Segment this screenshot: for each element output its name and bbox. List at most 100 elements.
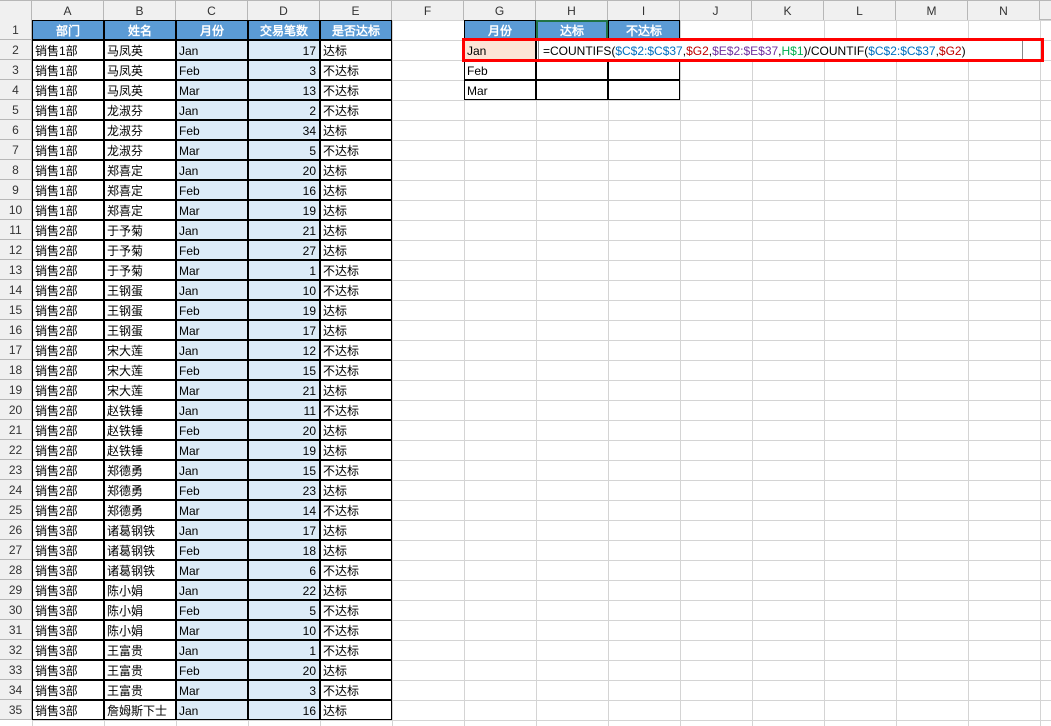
- cell-C11[interactable]: Jan: [176, 220, 248, 240]
- col-header-M[interactable]: M: [896, 1, 968, 21]
- cell-A23[interactable]: 销售2部: [32, 460, 104, 480]
- cell-D25[interactable]: 14: [248, 500, 320, 520]
- row-header-28[interactable]: 28: [0, 560, 32, 580]
- cell-D19[interactable]: 21: [248, 380, 320, 400]
- cell-B9[interactable]: 郑喜定: [104, 180, 176, 200]
- cell-C20[interactable]: Jan: [176, 400, 248, 420]
- cell-D13[interactable]: 1: [248, 260, 320, 280]
- cell-C29[interactable]: Jan: [176, 580, 248, 600]
- row-header-16[interactable]: 16: [0, 320, 32, 340]
- cell-C35[interactable]: Jan: [176, 700, 248, 720]
- cell-A32[interactable]: 销售3部: [32, 640, 104, 660]
- cell-C12[interactable]: Feb: [176, 240, 248, 260]
- cell-G4[interactable]: Mar: [464, 80, 536, 100]
- cell-D18[interactable]: 15: [248, 360, 320, 380]
- cell-B22[interactable]: 赵铁锤: [104, 440, 176, 460]
- cell-H3[interactable]: [536, 60, 608, 80]
- row-header-6[interactable]: 6: [0, 120, 32, 140]
- cell-A9[interactable]: 销售1部: [32, 180, 104, 200]
- cell-D11[interactable]: 21: [248, 220, 320, 240]
- row-header-3[interactable]: 3: [0, 60, 32, 80]
- cell-E21[interactable]: 达标: [320, 420, 392, 440]
- cell-B18[interactable]: 宋大莲: [104, 360, 176, 380]
- cell-C4[interactable]: Mar: [176, 80, 248, 100]
- cell-E26[interactable]: 达标: [320, 520, 392, 540]
- row-header-8[interactable]: 8: [0, 160, 32, 180]
- cell-E2[interactable]: 达标: [320, 40, 392, 60]
- cell-B17[interactable]: 宋大莲: [104, 340, 176, 360]
- col-header-A[interactable]: A: [32, 1, 104, 21]
- cell-C24[interactable]: Feb: [176, 480, 248, 500]
- cell-C1[interactable]: 月份: [176, 20, 248, 40]
- cell-D31[interactable]: 10: [248, 620, 320, 640]
- cell-editor-H2[interactable]: =COUNTIFS($C$2:$C$37,$G2,$E$2:$E$37,H$1)…: [538, 40, 1023, 60]
- cell-C26[interactable]: Jan: [176, 520, 248, 540]
- cell-A2[interactable]: 销售1部: [32, 40, 104, 60]
- cell-A15[interactable]: 销售2部: [32, 300, 104, 320]
- cell-C17[interactable]: Jan: [176, 340, 248, 360]
- cell-A18[interactable]: 销售2部: [32, 360, 104, 380]
- col-header-C[interactable]: C: [176, 1, 248, 21]
- cell-A25[interactable]: 销售2部: [32, 500, 104, 520]
- cell-A33[interactable]: 销售3部: [32, 660, 104, 680]
- cell-B11[interactable]: 于予菊: [104, 220, 176, 240]
- col-header-L[interactable]: L: [824, 1, 896, 21]
- cell-E8[interactable]: 达标: [320, 160, 392, 180]
- cell-E19[interactable]: 达标: [320, 380, 392, 400]
- cell-C13[interactable]: Mar: [176, 260, 248, 280]
- cell-C19[interactable]: Mar: [176, 380, 248, 400]
- cell-B6[interactable]: 龙淑芬: [104, 120, 176, 140]
- cell-B19[interactable]: 宋大莲: [104, 380, 176, 400]
- row-header-2[interactable]: 2: [0, 40, 32, 60]
- cell-C33[interactable]: Feb: [176, 660, 248, 680]
- cell-A31[interactable]: 销售3部: [32, 620, 104, 640]
- row-header-32[interactable]: 32: [0, 640, 32, 660]
- cell-C21[interactable]: Feb: [176, 420, 248, 440]
- cell-A34[interactable]: 销售3部: [32, 680, 104, 700]
- cell-D33[interactable]: 20: [248, 660, 320, 680]
- row-header-20[interactable]: 20: [0, 400, 32, 420]
- cell-E33[interactable]: 达标: [320, 660, 392, 680]
- cell-D7[interactable]: 5: [248, 140, 320, 160]
- row-header-19[interactable]: 19: [0, 380, 32, 400]
- cell-E23[interactable]: 不达标: [320, 460, 392, 480]
- cell-B15[interactable]: 王钢蛋: [104, 300, 176, 320]
- cell-D24[interactable]: 23: [248, 480, 320, 500]
- cell-C7[interactable]: Mar: [176, 140, 248, 160]
- cell-E34[interactable]: 不达标: [320, 680, 392, 700]
- cell-C2[interactable]: Jan: [176, 40, 248, 60]
- cell-A35[interactable]: 销售3部: [32, 700, 104, 720]
- cell-C27[interactable]: Feb: [176, 540, 248, 560]
- row-header-4[interactable]: 4: [0, 80, 32, 100]
- cell-E29[interactable]: 达标: [320, 580, 392, 600]
- cell-D34[interactable]: 3: [248, 680, 320, 700]
- row-header-26[interactable]: 26: [0, 520, 32, 540]
- cell-A7[interactable]: 销售1部: [32, 140, 104, 160]
- cell-C25[interactable]: Mar: [176, 500, 248, 520]
- cell-D1[interactable]: 交易笔数: [248, 20, 320, 40]
- cell-C23[interactable]: Jan: [176, 460, 248, 480]
- cell-I4[interactable]: [608, 80, 680, 100]
- cell-B2[interactable]: 马凤英: [104, 40, 176, 60]
- cell-C22[interactable]: Mar: [176, 440, 248, 460]
- row-header-23[interactable]: 23: [0, 460, 32, 480]
- cell-D3[interactable]: 3: [248, 60, 320, 80]
- col-header-I[interactable]: I: [608, 1, 680, 21]
- cell-E35[interactable]: 达标: [320, 700, 392, 720]
- col-header-F[interactable]: F: [392, 1, 464, 21]
- col-header-B[interactable]: B: [104, 1, 176, 21]
- cell-B4[interactable]: 马凤英: [104, 80, 176, 100]
- cell-C14[interactable]: Jan: [176, 280, 248, 300]
- cell-B13[interactable]: 于予菊: [104, 260, 176, 280]
- cell-A5[interactable]: 销售1部: [32, 100, 104, 120]
- cell-C8[interactable]: Jan: [176, 160, 248, 180]
- cell-B32[interactable]: 王富贵: [104, 640, 176, 660]
- row-header-12[interactable]: 12: [0, 240, 32, 260]
- cell-B35[interactable]: 詹姆斯下士: [104, 700, 176, 720]
- cell-D20[interactable]: 11: [248, 400, 320, 420]
- row-header-24[interactable]: 24: [0, 480, 32, 500]
- cell-C28[interactable]: Mar: [176, 560, 248, 580]
- cell-D21[interactable]: 20: [248, 420, 320, 440]
- cell-E12[interactable]: 达标: [320, 240, 392, 260]
- cell-B7[interactable]: 龙淑芬: [104, 140, 176, 160]
